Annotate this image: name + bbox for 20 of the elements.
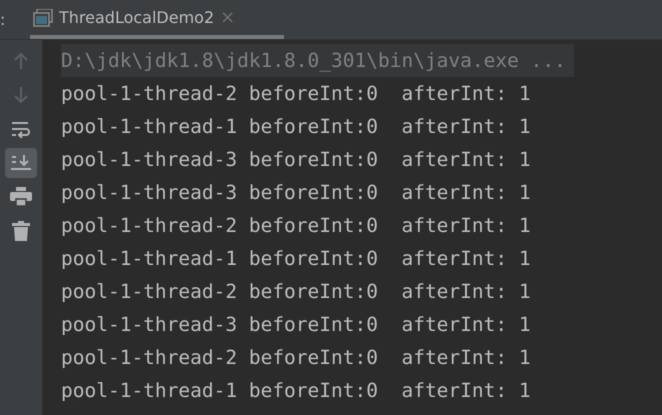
arrow-down-icon [13,86,29,104]
soft-wrap-icon [11,120,31,138]
panel-edge-mark: : [0,9,6,31]
arrow-up-icon [13,52,29,70]
scroll-to-end-icon [11,154,31,172]
output-line: pool-1-thread-2 beforeInt:0 afterInt: 1 [61,345,532,371]
output-line: pool-1-thread-2 beforeInt:0 afterInt: 1 [61,81,532,107]
output-line: pool-1-thread-2 beforeInt:0 afterInt: 1 [61,279,532,305]
console-window-icon [33,8,53,26]
output-line: pool-1-thread-3 beforeInt:0 afterInt: 1 [61,180,532,206]
toolbar-button[interactable] [5,148,37,178]
output-line: pool-1-thread-1 beforeInt:0 afterInt: 1 [61,378,532,404]
printer-icon [10,187,32,207]
output-line: pool-1-thread-1 beforeInt:0 afterInt: 1 [61,246,532,272]
output-line: pool-1-thread-3 beforeInt:0 afterInt: 1 [61,147,532,173]
output-line: pool-1-thread-3 beforeInt:0 afterInt: 1 [61,312,532,338]
output-line: pool-1-thread-2 beforeInt:0 afterInt: 1 [61,213,532,239]
output-line: pool-1-thread-1 beforeInt:0 afterInt: 1 [61,114,532,140]
trash-icon [12,221,30,241]
run-tab[interactable]: ThreadLocalDemo2 × [30,0,284,39]
